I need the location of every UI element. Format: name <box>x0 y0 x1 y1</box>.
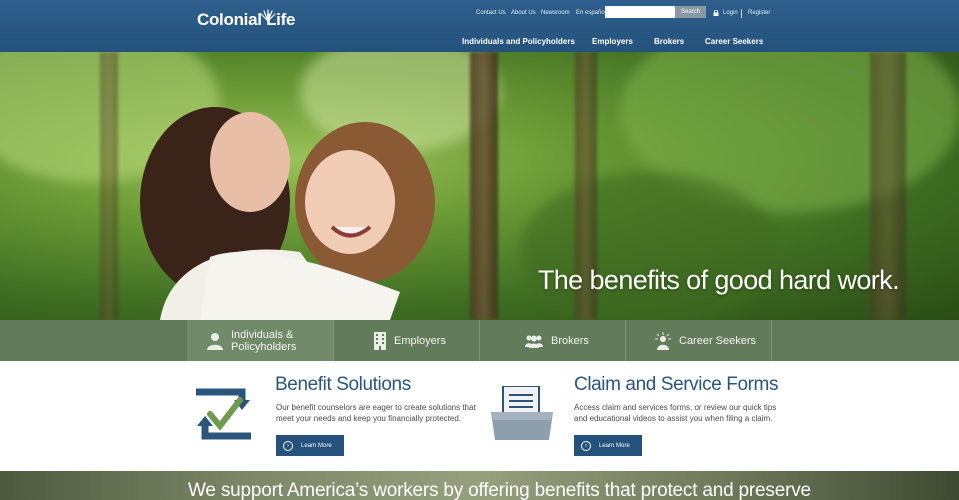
newsroom-link[interactable]: Newsroom <box>541 10 570 16</box>
audience-tab-brokers[interactable]: Brokers <box>480 320 625 361</box>
site-header: Colonial Life Contact Us About Us Newsro… <box>0 0 959 52</box>
lock-icon <box>713 10 719 16</box>
divider <box>771 320 772 361</box>
audience-tab-employers[interactable]: Employers <box>334 320 479 361</box>
text-line: and educational videos to assist you whe… <box>574 414 773 423</box>
building-icon <box>374 331 386 350</box>
claim-forms-text: Access claim and services forms, or revi… <box>574 402 776 424</box>
text-line: meet your needs and keep you financially… <box>276 414 462 423</box>
audience-bar: Individuals & Policyholders Employers Br… <box>0 320 959 361</box>
chevron-right-icon: › <box>581 440 591 451</box>
contact-us-link[interactable]: Contact Us <box>476 10 506 16</box>
mother-daughter-photo <box>140 107 435 320</box>
chevron-right-icon: › <box>283 440 293 451</box>
audience-tab-label: Individuals & Policyholders <box>231 329 296 353</box>
audience-tab-label-line2: Policyholders <box>231 340 297 353</box>
search-input[interactable] <box>605 6 675 18</box>
hero-headline: The benefits of good hard work. <box>537 265 900 295</box>
benefit-solutions-text: Our benefit counselors are eager to crea… <box>276 402 476 424</box>
audience-tab-label: Brokers <box>551 334 589 347</box>
group-icon <box>525 335 543 348</box>
audience-tab-individuals[interactable]: Individuals & Policyholders <box>187 320 333 361</box>
button-label: Learn More <box>599 442 630 449</box>
login-link[interactable]: Login <box>723 10 738 16</box>
claim-forms-title: Claim and Service Forms <box>574 374 779 395</box>
logo-burst-icon <box>260 9 276 22</box>
text-line: Our benefit counselors are eager to crea… <box>276 403 476 412</box>
audience-tab-label: Employers <box>394 334 446 347</box>
checkmark-refresh-icon <box>196 388 251 440</box>
nav-individuals-policyholders[interactable]: Individuals and Policyholders <box>462 37 575 46</box>
folder-document-icon <box>491 386 553 440</box>
audience-tab-label: Career Seekers <box>679 334 757 347</box>
mission-banner-text: We support America’s workers by offering… <box>188 480 811 500</box>
lightbulb-person-icon <box>655 331 671 350</box>
en-espanol-link[interactable]: En español <box>576 10 606 16</box>
claim-forms-learn-more-button[interactable]: › Learn More <box>574 435 642 456</box>
util-divider <box>741 9 742 18</box>
register-link[interactable]: Register <box>748 10 770 16</box>
nav-brokers[interactable]: Brokers <box>654 37 684 46</box>
mission-banner: We support America’s workers by offering… <box>0 471 959 500</box>
nav-career-seekers[interactable]: Career Seekers <box>705 37 763 46</box>
benefit-solutions-title: Benefit Solutions <box>275 374 411 395</box>
search-button[interactable]: Search <box>675 6 706 18</box>
nav-employers[interactable]: Employers <box>592 37 633 46</box>
person-icon <box>207 332 223 350</box>
hero-image: The benefits of good hard work. <box>0 52 959 320</box>
button-label: Learn More <box>301 442 332 449</box>
audience-tab-label-line1: Individuals & <box>231 328 294 341</box>
benefit-solutions-learn-more-button[interactable]: › Learn More <box>276 435 344 456</box>
text-line: Access claim and services forms, or revi… <box>574 403 777 412</box>
audience-tab-career-seekers[interactable]: Career Seekers <box>626 320 771 361</box>
about-us-link[interactable]: About Us <box>511 10 536 16</box>
